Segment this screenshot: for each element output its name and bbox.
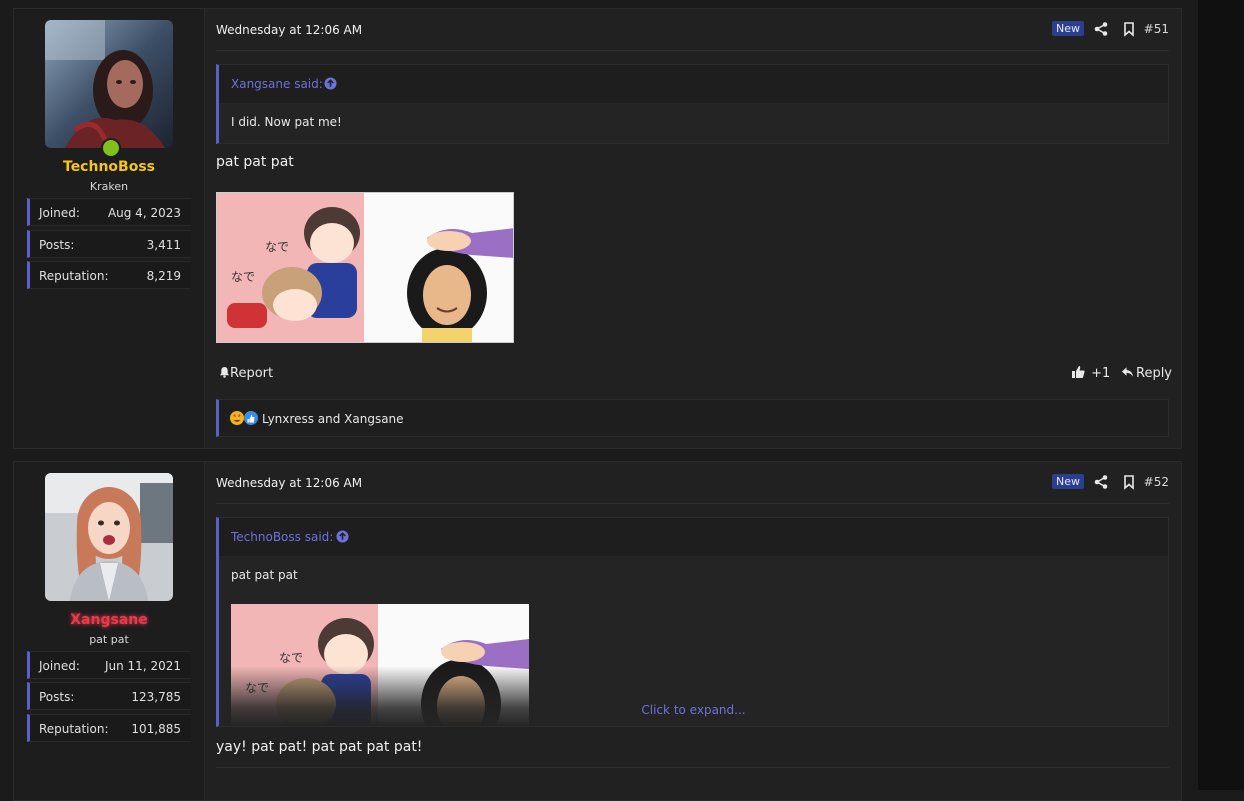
divider <box>216 767 1169 768</box>
svg-text:なで: なで <box>231 270 255 284</box>
divider <box>216 503 1169 504</box>
stat-posts: Posts: 3,411 <box>27 230 191 258</box>
username[interactable]: Xangsane <box>14 612 204 628</box>
share-icon[interactable] <box>1093 474 1109 490</box>
post-number-link[interactable]: #51 <box>1144 22 1169 36</box>
stat-value[interactable]: 3,411 <box>147 238 181 252</box>
arrow-up-circle-icon[interactable] <box>324 77 337 90</box>
stat-value: Jun 11, 2021 <box>104 659 181 673</box>
svg-text:なで: なで <box>265 240 289 254</box>
bookmark-icon[interactable] <box>1121 21 1137 37</box>
reaction-emoji-icons <box>230 411 258 425</box>
share-icon[interactable] <box>1093 21 1109 37</box>
quote-body: pat pat pat なで なで <box>219 557 1168 726</box>
stat-label: Reputation: <box>39 722 109 736</box>
attached-gif-image[interactable]: なで なで <box>216 192 514 343</box>
stat-label: Joined: <box>39 659 80 673</box>
reaction-users-link[interactable]: Lynxress and Xangsane <box>262 412 404 426</box>
reply-icon <box>1121 367 1134 377</box>
like-count: +1 <box>1091 366 1111 381</box>
report-button[interactable]: Report <box>219 366 273 381</box>
username[interactable]: TechnoBoss <box>14 159 204 175</box>
message-text: yay! pat pat! pat pat pat pat! <box>216 739 423 755</box>
post-date[interactable]: Wednesday at 12:06 AM <box>216 476 362 490</box>
post-user-panel: Xangsane pat pat Joined: Jun 11, 2021 Po… <box>14 462 205 800</box>
bell-icon <box>219 366 230 378</box>
page-right-gutter <box>1198 0 1244 790</box>
stat-joined: Joined: Aug 4, 2023 <box>27 198 191 226</box>
online-status-indicator <box>101 138 121 158</box>
quote-header: TechnoBoss said: <box>219 518 1168 557</box>
like-button[interactable]: +1 <box>1071 365 1110 381</box>
post-main: Wednesday at 12:06 AM New #52 TechnoBoss… <box>205 462 1181 800</box>
post-date[interactable]: Wednesday at 12:06 AM <box>216 23 362 37</box>
report-label: Report <box>230 366 274 381</box>
thumbs-up-icon <box>1072 366 1085 378</box>
stat-label: Posts: <box>39 238 75 252</box>
quote-block: Xangsane said: I did. Now pat me! <box>216 64 1169 144</box>
stat-label: Joined: <box>39 206 80 220</box>
click-to-expand-link[interactable]: Click to expand... <box>219 703 1168 717</box>
quote-body: I did. Now pat me! <box>219 104 1168 143</box>
quote-text: I did. Now pat me! <box>231 115 342 129</box>
svg-text:なで: なで <box>279 651 303 665</box>
post-number-link[interactable]: #52 <box>1144 475 1169 489</box>
stat-value[interactable]: 123,785 <box>131 690 181 704</box>
reply-label: Reply <box>1136 366 1173 381</box>
stat-value: 8,219 <box>146 269 181 283</box>
stat-joined: Joined: Jun 11, 2021 <box>27 651 191 679</box>
avatar[interactable] <box>45 473 173 601</box>
bookmark-icon[interactable] <box>1121 474 1137 490</box>
stat-label: Posts: <box>39 690 75 704</box>
stat-posts: Posts: 123,785 <box>27 682 191 710</box>
expand-fade <box>219 666 1168 726</box>
avatar[interactable] <box>45 20 173 148</box>
new-badge: New <box>1052 474 1084 489</box>
quote-text: pat pat pat <box>231 568 298 582</box>
user-title: Kraken <box>89 180 129 193</box>
reply-button[interactable]: Reply <box>1121 366 1172 381</box>
message-text: pat pat pat <box>216 154 294 170</box>
quote-author-link[interactable]: Xangsane said: <box>231 77 323 91</box>
stat-reputation: Reputation: 101,885 <box>27 714 191 742</box>
post-user-panel: TechnoBoss Kraken Joined: Aug 4, 2023 Po… <box>14 9 205 448</box>
divider <box>216 50 1169 51</box>
stat-reputation: Reputation: 8,219 <box>27 261 191 289</box>
post-51: TechnoBoss Kraken Joined: Aug 4, 2023 Po… <box>13 8 1182 449</box>
new-badge: New <box>1052 21 1084 36</box>
stat-label: Reputation: <box>39 269 109 283</box>
reactions-bar[interactable]: Lynxress and Xangsane <box>216 399 1169 437</box>
quote-block: TechnoBoss said: pat pat pat なで Click to… <box>216 517 1169 727</box>
post-52: Xangsane pat pat Joined: Jun 11, 2021 Po… <box>13 461 1182 801</box>
quote-author-link[interactable]: TechnoBoss said: <box>231 530 333 544</box>
quote-header: Xangsane said: <box>219 65 1168 104</box>
arrow-up-circle-icon[interactable] <box>336 530 349 543</box>
stat-value: Aug 4, 2023 <box>107 206 181 220</box>
user-title: pat pat <box>89 633 129 646</box>
post-main: Wednesday at 12:06 AM New #51 Xangsane s… <box>205 9 1181 448</box>
stat-value: 101,885 <box>131 722 181 736</box>
